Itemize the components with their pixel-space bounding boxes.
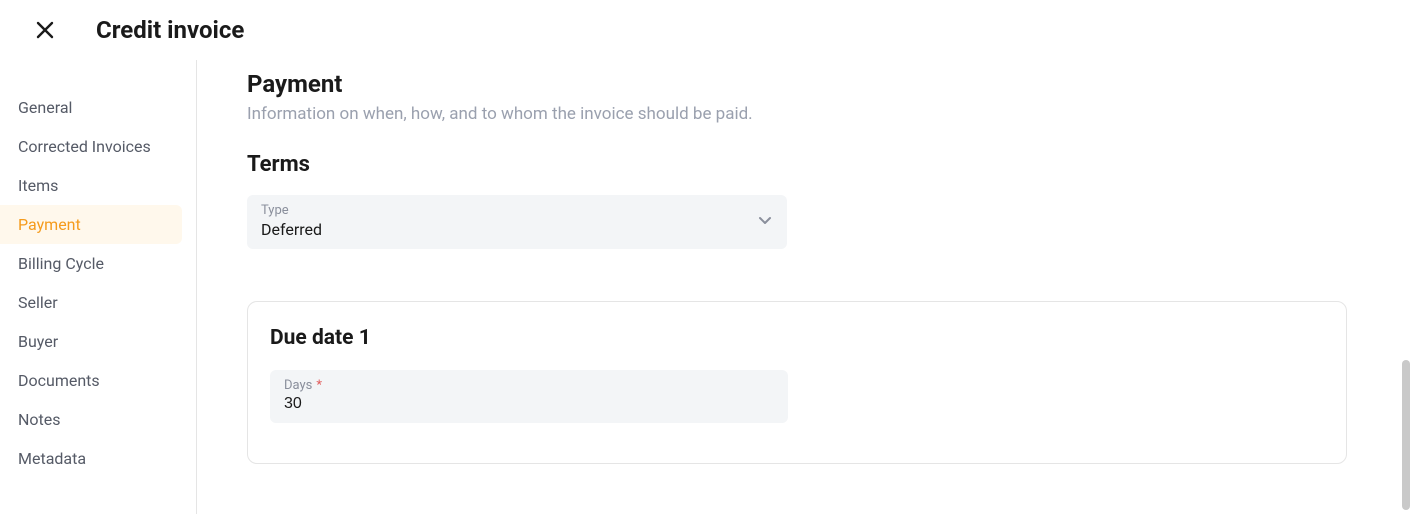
sidebar-item-billing-cycle[interactable]: Billing Cycle xyxy=(0,244,182,283)
close-icon[interactable] xyxy=(34,19,56,41)
sidebar-item-notes[interactable]: Notes xyxy=(0,400,182,439)
card-title-due-date: Due date 1 xyxy=(270,326,1324,350)
field-label-type: Type xyxy=(261,203,773,218)
sidebar-item-payment[interactable]: Payment xyxy=(0,205,182,244)
scrollbar-thumb[interactable] xyxy=(1402,360,1410,510)
sidebar-item-general[interactable]: General xyxy=(0,88,182,127)
required-indicator: * xyxy=(316,378,322,393)
section-description-payment: Information on when, how, and to whom th… xyxy=(247,104,1364,124)
sidebar-item-documents[interactable]: Documents xyxy=(0,361,182,400)
sidebar-item-label: Metadata xyxy=(18,449,86,468)
sidebar-item-items[interactable]: Items xyxy=(0,166,182,205)
page-title: Credit invoice xyxy=(96,16,244,44)
days-input[interactable] xyxy=(284,395,774,413)
sidebar: General Corrected Invoices Items Payment… xyxy=(0,60,197,514)
sidebar-item-label: Documents xyxy=(18,371,100,390)
body: General Corrected Invoices Items Payment… xyxy=(0,60,1414,514)
terms-type-value: Deferred xyxy=(261,220,773,239)
section-title-payment: Payment xyxy=(247,70,1364,98)
sidebar-item-label: General xyxy=(18,98,72,117)
chevron-down-icon xyxy=(757,212,773,232)
sidebar-item-label: Notes xyxy=(18,410,61,429)
sidebar-item-metadata[interactable]: Metadata xyxy=(0,439,182,478)
sidebar-item-label: Corrected Invoices xyxy=(18,137,151,156)
field-label-days: Days * xyxy=(284,378,774,393)
sidebar-item-buyer[interactable]: Buyer xyxy=(0,322,182,361)
due-date-card: Due date 1 Days * xyxy=(247,301,1347,464)
sidebar-item-label: Payment xyxy=(18,215,81,234)
sidebar-item-label: Seller xyxy=(18,293,58,312)
sidebar-item-label: Buyer xyxy=(18,332,58,351)
main-content: Payment Information on when, how, and to… xyxy=(197,60,1414,514)
sidebar-item-seller[interactable]: Seller xyxy=(0,283,182,322)
days-field[interactable]: Days * xyxy=(270,370,788,423)
sidebar-item-label: Billing Cycle xyxy=(18,254,104,273)
terms-type-select[interactable]: Type Deferred xyxy=(247,195,787,249)
header: Credit invoice xyxy=(0,0,1414,60)
subsection-title-terms: Terms xyxy=(247,152,1364,177)
sidebar-item-corrected-invoices[interactable]: Corrected Invoices xyxy=(0,127,182,166)
sidebar-item-label: Items xyxy=(18,176,58,195)
field-label-days-text: Days xyxy=(284,378,312,393)
